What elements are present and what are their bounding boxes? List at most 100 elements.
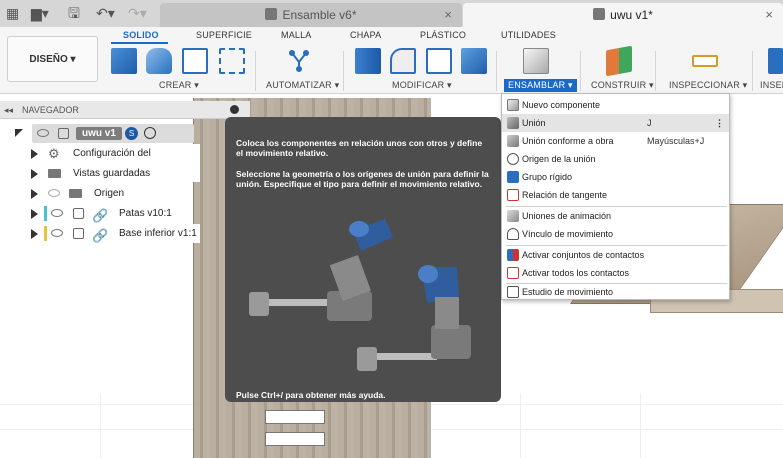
as-built-joint-icon [507, 135, 519, 147]
group-crear[interactable]: CREAR ▾ [159, 80, 199, 91]
tab-label: Ensamble v6* [282, 8, 357, 22]
tab-ensamble[interactable]: Ensamble v6* × [160, 3, 462, 27]
menu-item-tangent[interactable]: Relación de tangente [502, 186, 729, 204]
tab-close-icon[interactable]: × [444, 3, 452, 27]
redo-icon[interactable]: ↷▾ [128, 5, 147, 22]
color-tag [44, 226, 47, 241]
link-icon: 🔗 [92, 228, 109, 243]
group-inspeccionar[interactable]: INSPECCIONAR ▾ [669, 80, 747, 91]
navigator-header[interactable]: ◂◂ NAVEGADOR [0, 101, 250, 119]
menu-item-shortcut: J [647, 118, 652, 128]
component-icon [58, 128, 69, 139]
group-insertar[interactable]: INSER [760, 80, 783, 90]
root-label: uwu v1 [76, 127, 122, 140]
save-icon[interactable]: 🖫 [68, 5, 80, 22]
joint-icon [507, 117, 519, 129]
grid-line [520, 394, 521, 458]
nav-item-origen[interactable]: Origen [0, 184, 200, 203]
tab-plastico[interactable]: PLÁSTICO [420, 30, 466, 40]
board-slot [265, 432, 325, 446]
insert-icon[interactable] [768, 48, 783, 74]
workspace-switcher[interactable]: DISEÑO ▾ [7, 36, 98, 82]
menu-item-shortcut: Mayúsculas+J [647, 136, 705, 146]
joint-origin-icon [507, 153, 519, 165]
menu-item-label: Nuevo componente [522, 100, 601, 110]
menu-item-label: Origen de la unión [522, 154, 596, 164]
menu-item-contact-sets[interactable]: Activar conjuntos de contactos [502, 246, 729, 264]
measure-icon[interactable] [692, 55, 718, 67]
shell-icon[interactable] [426, 48, 452, 74]
new-component-icon[interactable] [523, 48, 549, 74]
tab-uwu[interactable]: uwu v1* × [463, 3, 783, 27]
group-automatizar[interactable]: AUTOMATIZAR ▾ [266, 80, 339, 91]
menu-item-as-built-joint[interactable]: Unión conforme a obra Mayúsculas+J [502, 132, 729, 150]
nav-root[interactable]: uwu v1 S [0, 124, 200, 143]
contact-sets-icon [507, 249, 519, 261]
toolbar: DISEÑO ▾ SOLIDO SUPERFICIE MALLA CHAPA P… [0, 27, 783, 94]
automate-icon[interactable] [286, 48, 312, 74]
menu-item-motion-link[interactable]: Vínculo de movimiento [502, 225, 729, 243]
more-options-icon[interactable]: ⋮ [715, 114, 724, 132]
file-menu-icon[interactable]: ▆▾ [31, 5, 49, 22]
hole-icon[interactable] [182, 48, 208, 74]
pattern-icon[interactable] [219, 48, 245, 74]
divider [580, 51, 581, 91]
nav-item-base[interactable]: 🔗 Base inferior v1:1 [0, 224, 200, 243]
tab-malla[interactable]: MALLA [281, 30, 312, 40]
joint-tooltip: Coloca los componentes en relación unos … [225, 117, 501, 402]
expanded-arrow-icon[interactable] [15, 129, 23, 137]
nav-item-config[interactable]: ⚙ Configuración del documento [0, 144, 200, 182]
eye-icon[interactable] [37, 129, 49, 137]
navigator-options-icon[interactable] [230, 105, 239, 114]
activate-radio-icon[interactable] [144, 127, 156, 139]
fillet-icon[interactable] [390, 48, 416, 74]
undo-icon[interactable]: ↶▾ [96, 5, 115, 22]
ensamblar-menu: Nuevo componente Unión J ⋮ Unión conform… [501, 93, 730, 300]
menu-item-drive-joints[interactable]: Uniones de animación [502, 207, 729, 225]
menu-item-joint[interactable]: Unión J ⋮ [502, 114, 729, 132]
menu-item-rigid-group[interactable]: Grupo rígido [502, 168, 729, 186]
drive-joints-icon [507, 210, 519, 222]
nav-item-patas[interactable]: 🔗 Patas v10:1 [0, 204, 200, 223]
tab-chapa[interactable]: CHAPA [350, 30, 381, 40]
offset-plane-icon[interactable] [606, 45, 632, 77]
group-construir[interactable]: CONSTRUIR ▾ [591, 80, 654, 91]
apps-grid-icon[interactable]: ▦ [6, 5, 19, 22]
shared-badge-icon[interactable]: S [125, 127, 138, 140]
menu-item-label: Vínculo de movimiento [522, 229, 614, 239]
group-modificar[interactable]: MODIFICAR ▾ [392, 80, 452, 91]
eye-hidden-icon[interactable] [48, 189, 60, 197]
tab-close-icon[interactable]: × [765, 3, 773, 27]
menu-item-new-component[interactable]: Nuevo componente [502, 96, 729, 114]
tab-superficie[interactable]: SUPERFICIE [196, 30, 252, 40]
expand-arrow-icon[interactable] [31, 169, 38, 179]
expand-arrow-icon[interactable] [31, 189, 38, 199]
press-pull-icon[interactable] [355, 48, 381, 74]
collapse-icon[interactable]: ◂◂ [4, 101, 13, 119]
menu-item-joint-origin[interactable]: Origen de la unión [502, 150, 729, 168]
tab-solido[interactable]: SOLIDO [123, 30, 159, 40]
tooltip-help: Pulse Ctrl+/ para obtener más ayuda. [236, 390, 386, 400]
motion-study-icon [507, 286, 519, 298]
eye-icon[interactable] [51, 229, 63, 237]
component-icon [73, 208, 84, 219]
extrude-icon[interactable] [111, 48, 137, 74]
active-tab-indicator [111, 42, 168, 44]
combine-icon[interactable] [461, 48, 487, 74]
divider [343, 51, 344, 91]
revolve-icon[interactable] [146, 48, 172, 74]
nav-item-vistas[interactable]: Vistas guardadas [0, 164, 200, 183]
nav-item-label: Patas v10:1 [116, 204, 175, 223]
component-icon [593, 8, 606, 20]
menu-item-motion-study[interactable]: Estudio de movimiento [502, 283, 729, 301]
expand-arrow-icon[interactable] [31, 209, 38, 219]
expand-arrow-icon[interactable] [31, 149, 38, 159]
group-ensamblar[interactable]: ENSAMBLAR ▾ [504, 79, 577, 92]
color-tag [44, 206, 47, 221]
expand-arrow-icon[interactable] [31, 229, 38, 239]
tooltip-illustration [235, 207, 491, 382]
menu-item-all-contacts[interactable]: Activar todos los contactos [502, 264, 729, 282]
tab-utilidades[interactable]: UTILIDADES [501, 30, 556, 40]
eye-icon[interactable] [51, 209, 63, 217]
new-component-icon [507, 99, 519, 111]
